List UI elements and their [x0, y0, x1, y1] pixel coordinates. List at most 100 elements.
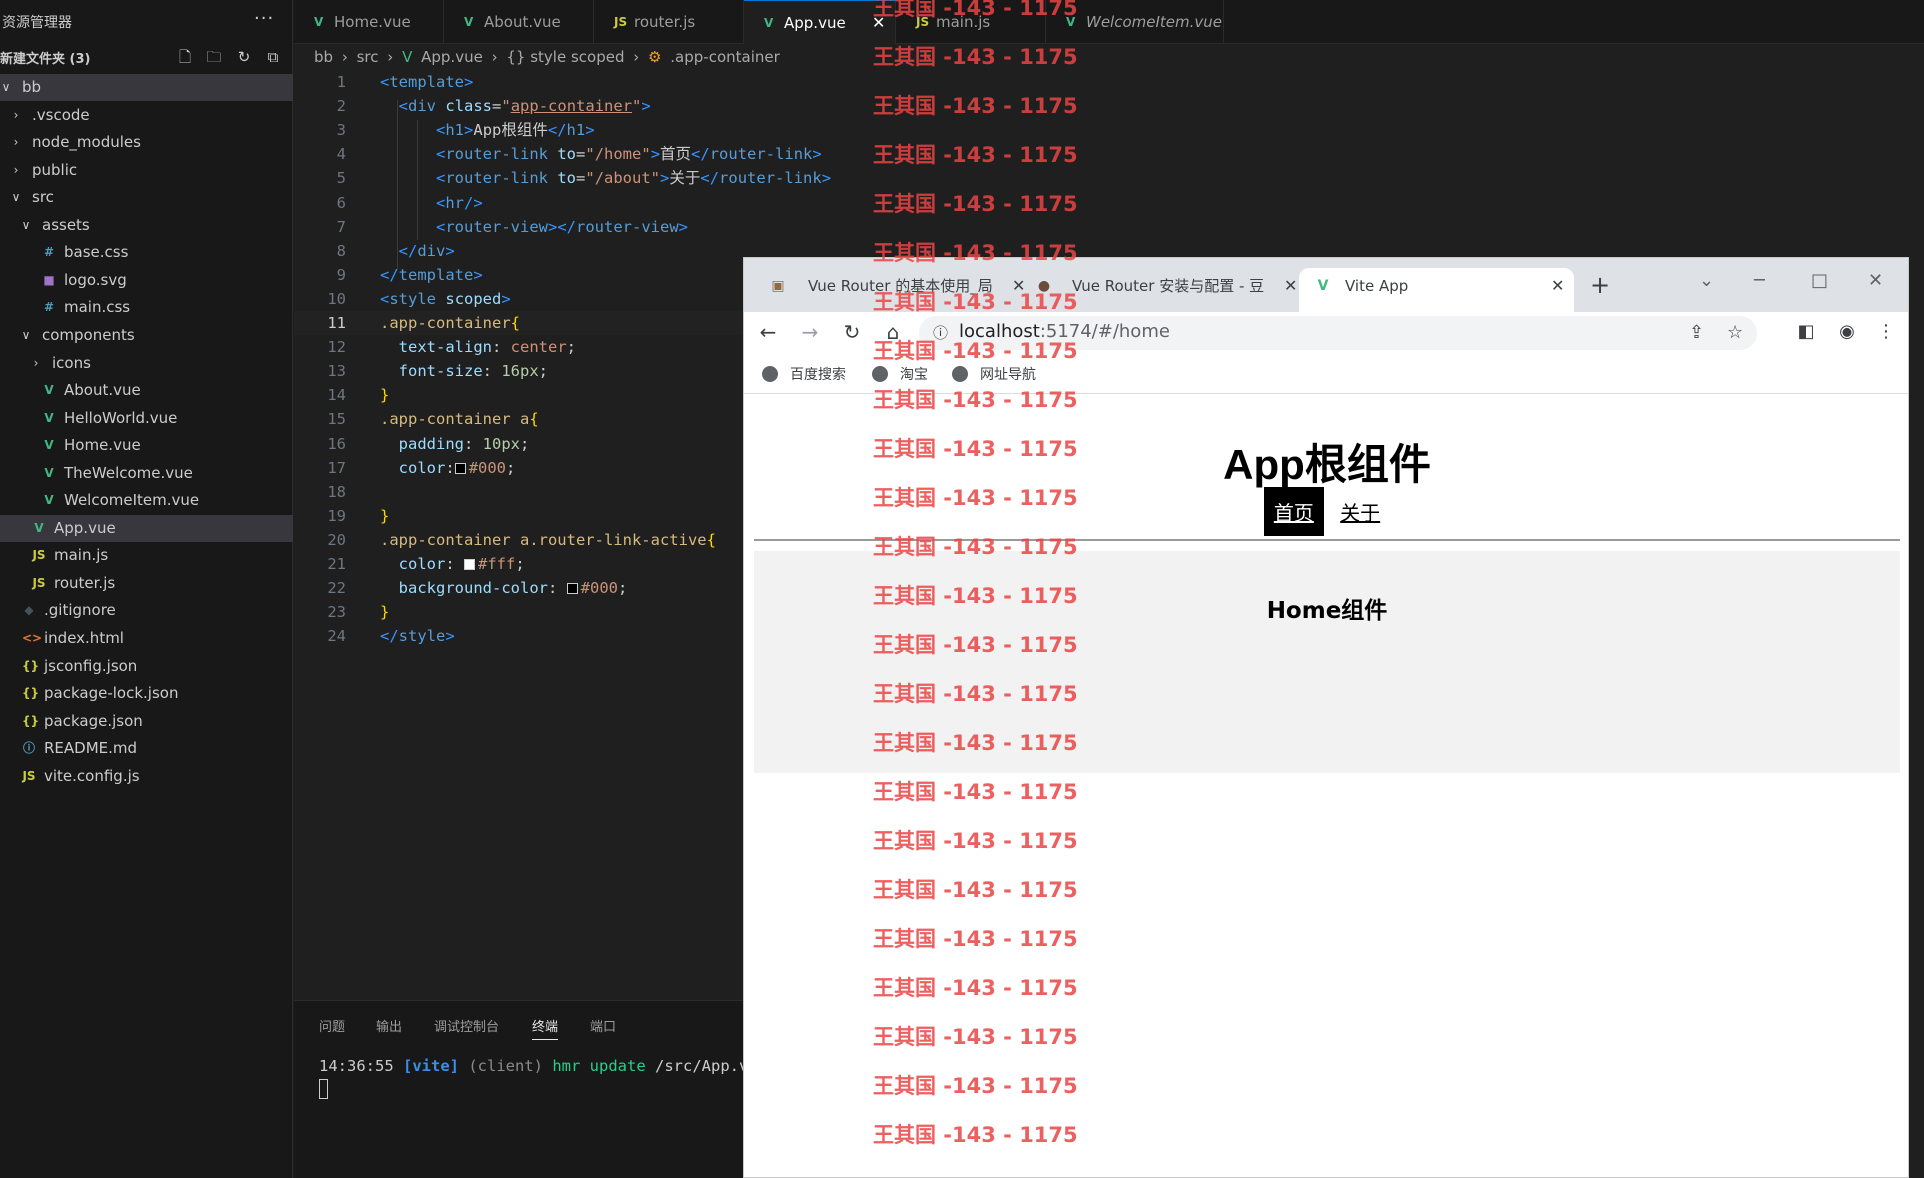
- new-folder-icon[interactable]: 🗀: [205, 48, 223, 66]
- tree-item[interactable]: V WelcomeItem.vue: [0, 487, 293, 514]
- collapse-all-icon[interactable]: ⧉: [264, 48, 282, 66]
- tree-item[interactable]: JS main.js: [0, 542, 293, 569]
- browser-menu-icon[interactable]: ⋮: [1874, 320, 1898, 344]
- editor-tab[interactable]: V Home.vue: [294, 0, 444, 44]
- tree-item[interactable]: ∨ assets: [0, 212, 293, 239]
- tree-item[interactable]: ⓘ README.md: [0, 735, 293, 762]
- back-icon[interactable]: ←: [756, 320, 780, 344]
- maximize-icon[interactable]: □: [1811, 270, 1828, 291]
- panel-tab-ports[interactable]: 端口: [590, 1016, 616, 1035]
- share-icon[interactable]: ⇪: [1689, 322, 1704, 343]
- link-home[interactable]: 首页: [1263, 487, 1324, 536]
- bookmark-star-icon[interactable]: ☆: [1727, 322, 1743, 343]
- chevron-right-icon[interactable]: ›: [10, 129, 22, 156]
- bookmark-nav[interactable]: 网址导航: [952, 364, 1036, 384]
- breadcrumb-src[interactable]: src: [357, 48, 379, 66]
- tree-item[interactable]: › node_modules: [0, 129, 293, 156]
- code-line[interactable]: 6 <hr/>: [294, 191, 744, 215]
- breadcrumb-file[interactable]: App.vue: [421, 48, 483, 66]
- code-line[interactable]: 23}: [294, 600, 744, 624]
- workspace-folder-label[interactable]: 新建文件夹 (3): [0, 48, 90, 67]
- code-line[interactable]: 2 <div class="app-container">: [294, 94, 744, 118]
- tree-item[interactable]: › public: [0, 157, 293, 184]
- code-line[interactable]: 18: [294, 480, 744, 504]
- code-line[interactable]: 8 </div>: [294, 239, 744, 263]
- tree-item[interactable]: › .vscode: [0, 102, 293, 129]
- tree-item[interactable]: {} package.json: [0, 708, 293, 735]
- code-line[interactable]: 3 <h1>App根组件</h1>: [294, 118, 744, 142]
- code-line[interactable]: 1 <template>: [294, 70, 744, 94]
- breadcrumb-style[interactable]: {} style scoped: [506, 48, 624, 66]
- tree-item[interactable]: V HelloWorld.vue: [0, 405, 293, 432]
- tree-item[interactable]: ∨ components: [0, 322, 293, 349]
- panel-tab-problems[interactable]: 问题: [319, 1016, 345, 1035]
- side-panel-icon[interactable]: ◧: [1794, 320, 1818, 344]
- bookmark-baidu[interactable]: 百度搜索: [762, 364, 846, 384]
- chevron-right-icon[interactable]: ›: [10, 157, 22, 184]
- code-line[interactable]: 15 .app-container a{: [294, 407, 744, 431]
- breadcrumb-bb[interactable]: bb: [314, 48, 333, 66]
- tree-item[interactable]: V About.vue: [0, 377, 293, 404]
- tab-search-icon[interactable]: ⌄: [1699, 270, 1714, 291]
- tree-item[interactable]: ∨ bb: [0, 74, 293, 101]
- tree-item[interactable]: V TheWelcome.vue: [0, 460, 293, 487]
- panel-tab-debug-console[interactable]: 调试控制台: [434, 1016, 499, 1035]
- tree-item[interactable]: {} jsconfig.json: [0, 653, 293, 680]
- reload-icon[interactable]: ↻: [840, 320, 864, 344]
- tree-item[interactable]: JS router.js: [0, 570, 293, 597]
- chevron-down-icon[interactable]: ∨: [20, 212, 32, 239]
- more-actions-icon[interactable]: ···: [254, 8, 274, 29]
- new-file-icon[interactable]: 🗋: [176, 48, 194, 66]
- panel-tab-output[interactable]: 输出: [376, 1016, 402, 1035]
- tree-item[interactable]: # main.css: [0, 294, 293, 321]
- breadcrumb-selector[interactable]: .app-container: [670, 48, 780, 66]
- chevron-right-icon[interactable]: ›: [10, 102, 22, 129]
- close-window-icon[interactable]: ✕: [1868, 270, 1883, 291]
- chevron-right-icon[interactable]: ›: [30, 350, 42, 377]
- minimize-icon[interactable]: ─: [1754, 270, 1765, 291]
- profile-avatar-icon[interactable]: ◉: [1835, 320, 1859, 344]
- code-line[interactable]: 22 background-color: #000;: [294, 576, 744, 600]
- code-line[interactable]: 10 <style scoped>: [294, 287, 744, 311]
- code-line[interactable]: 21 color: #fff;: [294, 552, 744, 576]
- chevron-down-icon[interactable]: ∨: [20, 322, 32, 349]
- browser-tab-vite-app[interactable]: V Vite App ✕: [1299, 268, 1574, 312]
- code-line[interactable]: 19}: [294, 504, 744, 528]
- chevron-down-icon[interactable]: ∨: [10, 184, 22, 211]
- close-tab-icon[interactable]: ✕: [1551, 268, 1564, 304]
- refresh-icon[interactable]: ↻: [235, 48, 253, 66]
- editor-tab[interactable]: JS router.js: [594, 0, 744, 44]
- chevron-down-icon[interactable]: ∨: [0, 74, 12, 101]
- tree-item[interactable]: V App.vue: [0, 514, 293, 542]
- code-line[interactable]: 16 padding: 10px;: [294, 432, 744, 456]
- panel-tab-terminal[interactable]: 终端: [532, 1016, 559, 1040]
- code-line[interactable]: 17 color: #000;: [294, 456, 744, 480]
- tree-item[interactable]: › icons: [0, 350, 293, 377]
- tree-item[interactable]: V Home.vue: [0, 432, 293, 459]
- new-tab-button[interactable]: +: [1590, 268, 1620, 312]
- close-tab-icon[interactable]: ✕: [1284, 268, 1297, 304]
- code-line[interactable]: 7 <router-view></router-view>: [294, 215, 744, 239]
- bookmark-taobao[interactable]: 淘宝: [872, 364, 928, 384]
- tree-item[interactable]: # base.css: [0, 239, 293, 266]
- code-line[interactable]: 24 </style>: [294, 624, 744, 648]
- code-line[interactable]: 13 font-size: 16px;: [294, 359, 744, 383]
- terminal-cursor[interactable]: [319, 1079, 328, 1099]
- code-line[interactable]: 5 <router-link to="/about">关于</router-li…: [294, 166, 831, 190]
- code-line[interactable]: 12 text-align: center;: [294, 335, 744, 359]
- tree-item[interactable]: JS vite.config.js: [0, 763, 293, 790]
- tree-item[interactable]: ■ logo.svg: [0, 267, 293, 294]
- forward-icon[interactable]: →: [798, 320, 822, 344]
- editor-tab[interactable]: V About.vue: [444, 0, 594, 44]
- link-about[interactable]: 关于: [1330, 487, 1390, 536]
- tree-item[interactable]: <> index.html: [0, 625, 293, 652]
- tree-item[interactable]: ∨ src: [0, 184, 293, 211]
- code-line[interactable]: 14}: [294, 383, 744, 407]
- code-line[interactable]: 4 <router-link to="/home">首页</router-lin…: [294, 142, 822, 166]
- tree-item[interactable]: ◆ .gitignore: [0, 597, 293, 624]
- globe-icon: [762, 366, 778, 382]
- tree-item[interactable]: {} package-lock.json: [0, 680, 293, 707]
- code-line[interactable]: 20 .app-container a.router-link-active{: [294, 528, 744, 552]
- code-line[interactable]: 9 </template>: [294, 263, 744, 287]
- code-line[interactable]: 11 .app-container{: [294, 311, 744, 335]
